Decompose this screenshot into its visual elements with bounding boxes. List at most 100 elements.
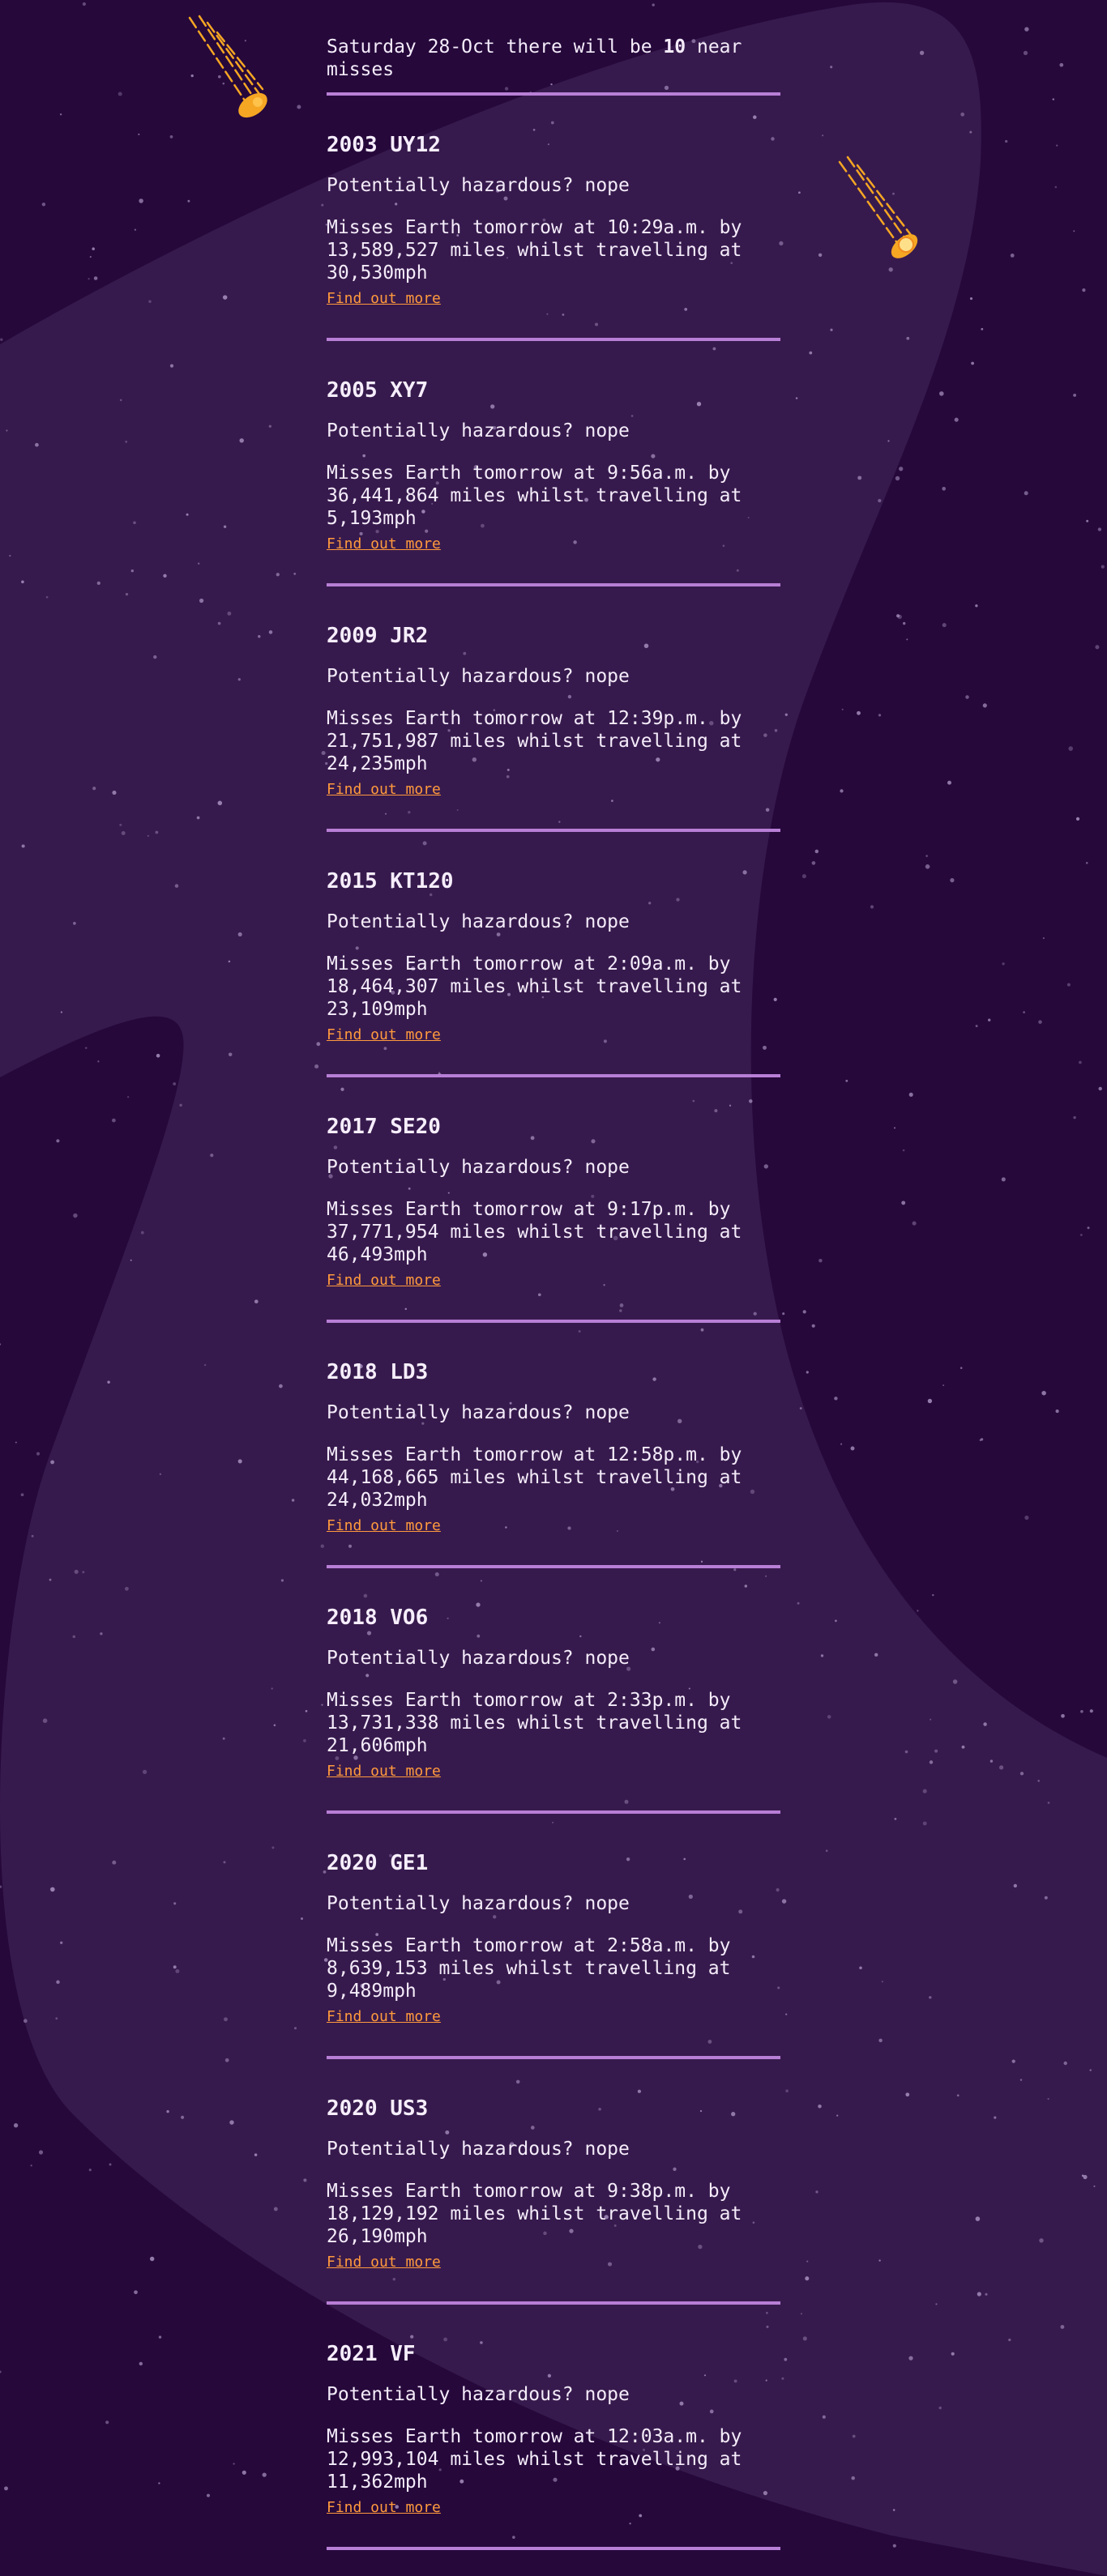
star (904, 1750, 908, 1754)
star (237, 932, 242, 936)
star (820, 1654, 824, 1657)
star (878, 2038, 883, 2043)
star (912, 1221, 917, 1226)
star (942, 486, 947, 491)
star (112, 1860, 117, 1865)
asteroid-item: 2021 VF Potentially hazardous? nope Miss… (327, 2305, 780, 2550)
star (45, 595, 49, 599)
asteroid-name: 2020 US3 (327, 2096, 429, 2121)
meteor-icon (188, 15, 267, 118)
star (1008, 2338, 1011, 2342)
find-out-more-link[interactable]: Find out more (327, 535, 441, 553)
hazard-status: Potentially hazardous? nope (327, 1648, 630, 1669)
find-out-more-link[interactable]: Find out more (327, 781, 441, 799)
star (15, 1441, 17, 1444)
star (1010, 254, 1015, 258)
star (1075, 817, 1080, 821)
asteroid-name: 2018 LD3 (327, 1360, 429, 1384)
star (942, 1384, 945, 1387)
star (1019, 2079, 1023, 2081)
star (1011, 2059, 1015, 2063)
star (41, 203, 46, 207)
star (902, 1149, 905, 1152)
star (1086, 519, 1089, 522)
star (316, 1042, 321, 1047)
find-out-more-link[interactable]: Find out more (327, 1517, 441, 1535)
star (1044, 1896, 1048, 1900)
intro-summary: Saturday 28-Oct there will be 10 near mi… (327, 36, 780, 81)
star (223, 525, 227, 528)
star (1056, 144, 1058, 147)
find-out-more-link[interactable]: Find out more (327, 1026, 441, 1044)
star (291, 1499, 295, 1502)
find-out-more-link[interactable]: Find out more (327, 1763, 441, 1781)
star (835, 1619, 837, 1623)
star (74, 1569, 79, 1574)
star (271, 1846, 275, 1849)
star (13, 2123, 19, 2128)
star (929, 1760, 934, 1764)
star (280, 1579, 284, 1582)
hazard-status: Potentially hazardous? nope (327, 1402, 630, 1423)
star (173, 1965, 177, 1969)
star (818, 2104, 822, 2109)
star (979, 1439, 982, 1442)
star (809, 351, 813, 355)
star (228, 1052, 233, 1056)
star (130, 569, 134, 573)
star (31, 1534, 34, 1537)
star (125, 440, 128, 443)
hazard-status: Potentially hazardous? nope (327, 2139, 630, 2160)
asteroid-name: 2020 GE1 (327, 1851, 429, 1875)
star (908, 2356, 913, 2361)
star (294, 2027, 297, 2030)
star (20, 1493, 24, 1497)
star (273, 1724, 276, 1726)
find-out-more-link[interactable]: Find out more (327, 2254, 441, 2271)
find-out-more-link[interactable]: Find out more (327, 2008, 441, 2026)
star (982, 703, 987, 708)
star (241, 2470, 246, 2475)
star (919, 50, 925, 55)
star (1023, 1011, 1025, 1013)
star (1081, 2174, 1084, 2177)
star (834, 1397, 838, 1401)
find-out-more-link[interactable]: Find out more (327, 1272, 441, 1290)
star (1089, 1709, 1093, 1713)
star (42, 1718, 48, 1723)
star (60, 1011, 63, 1013)
star (206, 2493, 211, 2497)
star (92, 247, 95, 250)
star (50, 1887, 55, 1892)
star (84, 1047, 88, 1049)
star (155, 830, 159, 834)
star (121, 831, 126, 835)
star (818, 253, 823, 258)
star (166, 2109, 169, 2113)
star (134, 228, 137, 231)
star (1063, 2061, 1067, 2066)
star (134, 2290, 138, 2295)
star (983, 1722, 987, 1726)
star (1089, 2069, 1092, 2071)
star (1005, 139, 1008, 143)
star (169, 364, 174, 368)
star (258, 635, 261, 638)
star (303, 1739, 306, 1742)
star (97, 1060, 100, 1063)
star (934, 1749, 938, 1753)
find-out-more-link[interactable]: Find out more (327, 2499, 441, 2517)
star (1002, 962, 1005, 966)
find-out-more-link[interactable]: Find out more (327, 290, 441, 308)
asteroid-item: 2020 GE1 Potentially hazardous? nope Mis… (327, 1814, 780, 2059)
star (175, 1968, 180, 1973)
star (1037, 1780, 1040, 1782)
miss-details: Misses Earth tomorrow at 12:39p.m. by 21… (327, 708, 742, 774)
star (126, 1096, 130, 1098)
star (950, 877, 955, 883)
star (140, 1230, 144, 1235)
star (92, 787, 96, 791)
star (158, 2482, 160, 2484)
asteroid-name: 2015 KT120 (327, 869, 454, 893)
asteroid-name: 2018 VO6 (327, 1606, 429, 1630)
